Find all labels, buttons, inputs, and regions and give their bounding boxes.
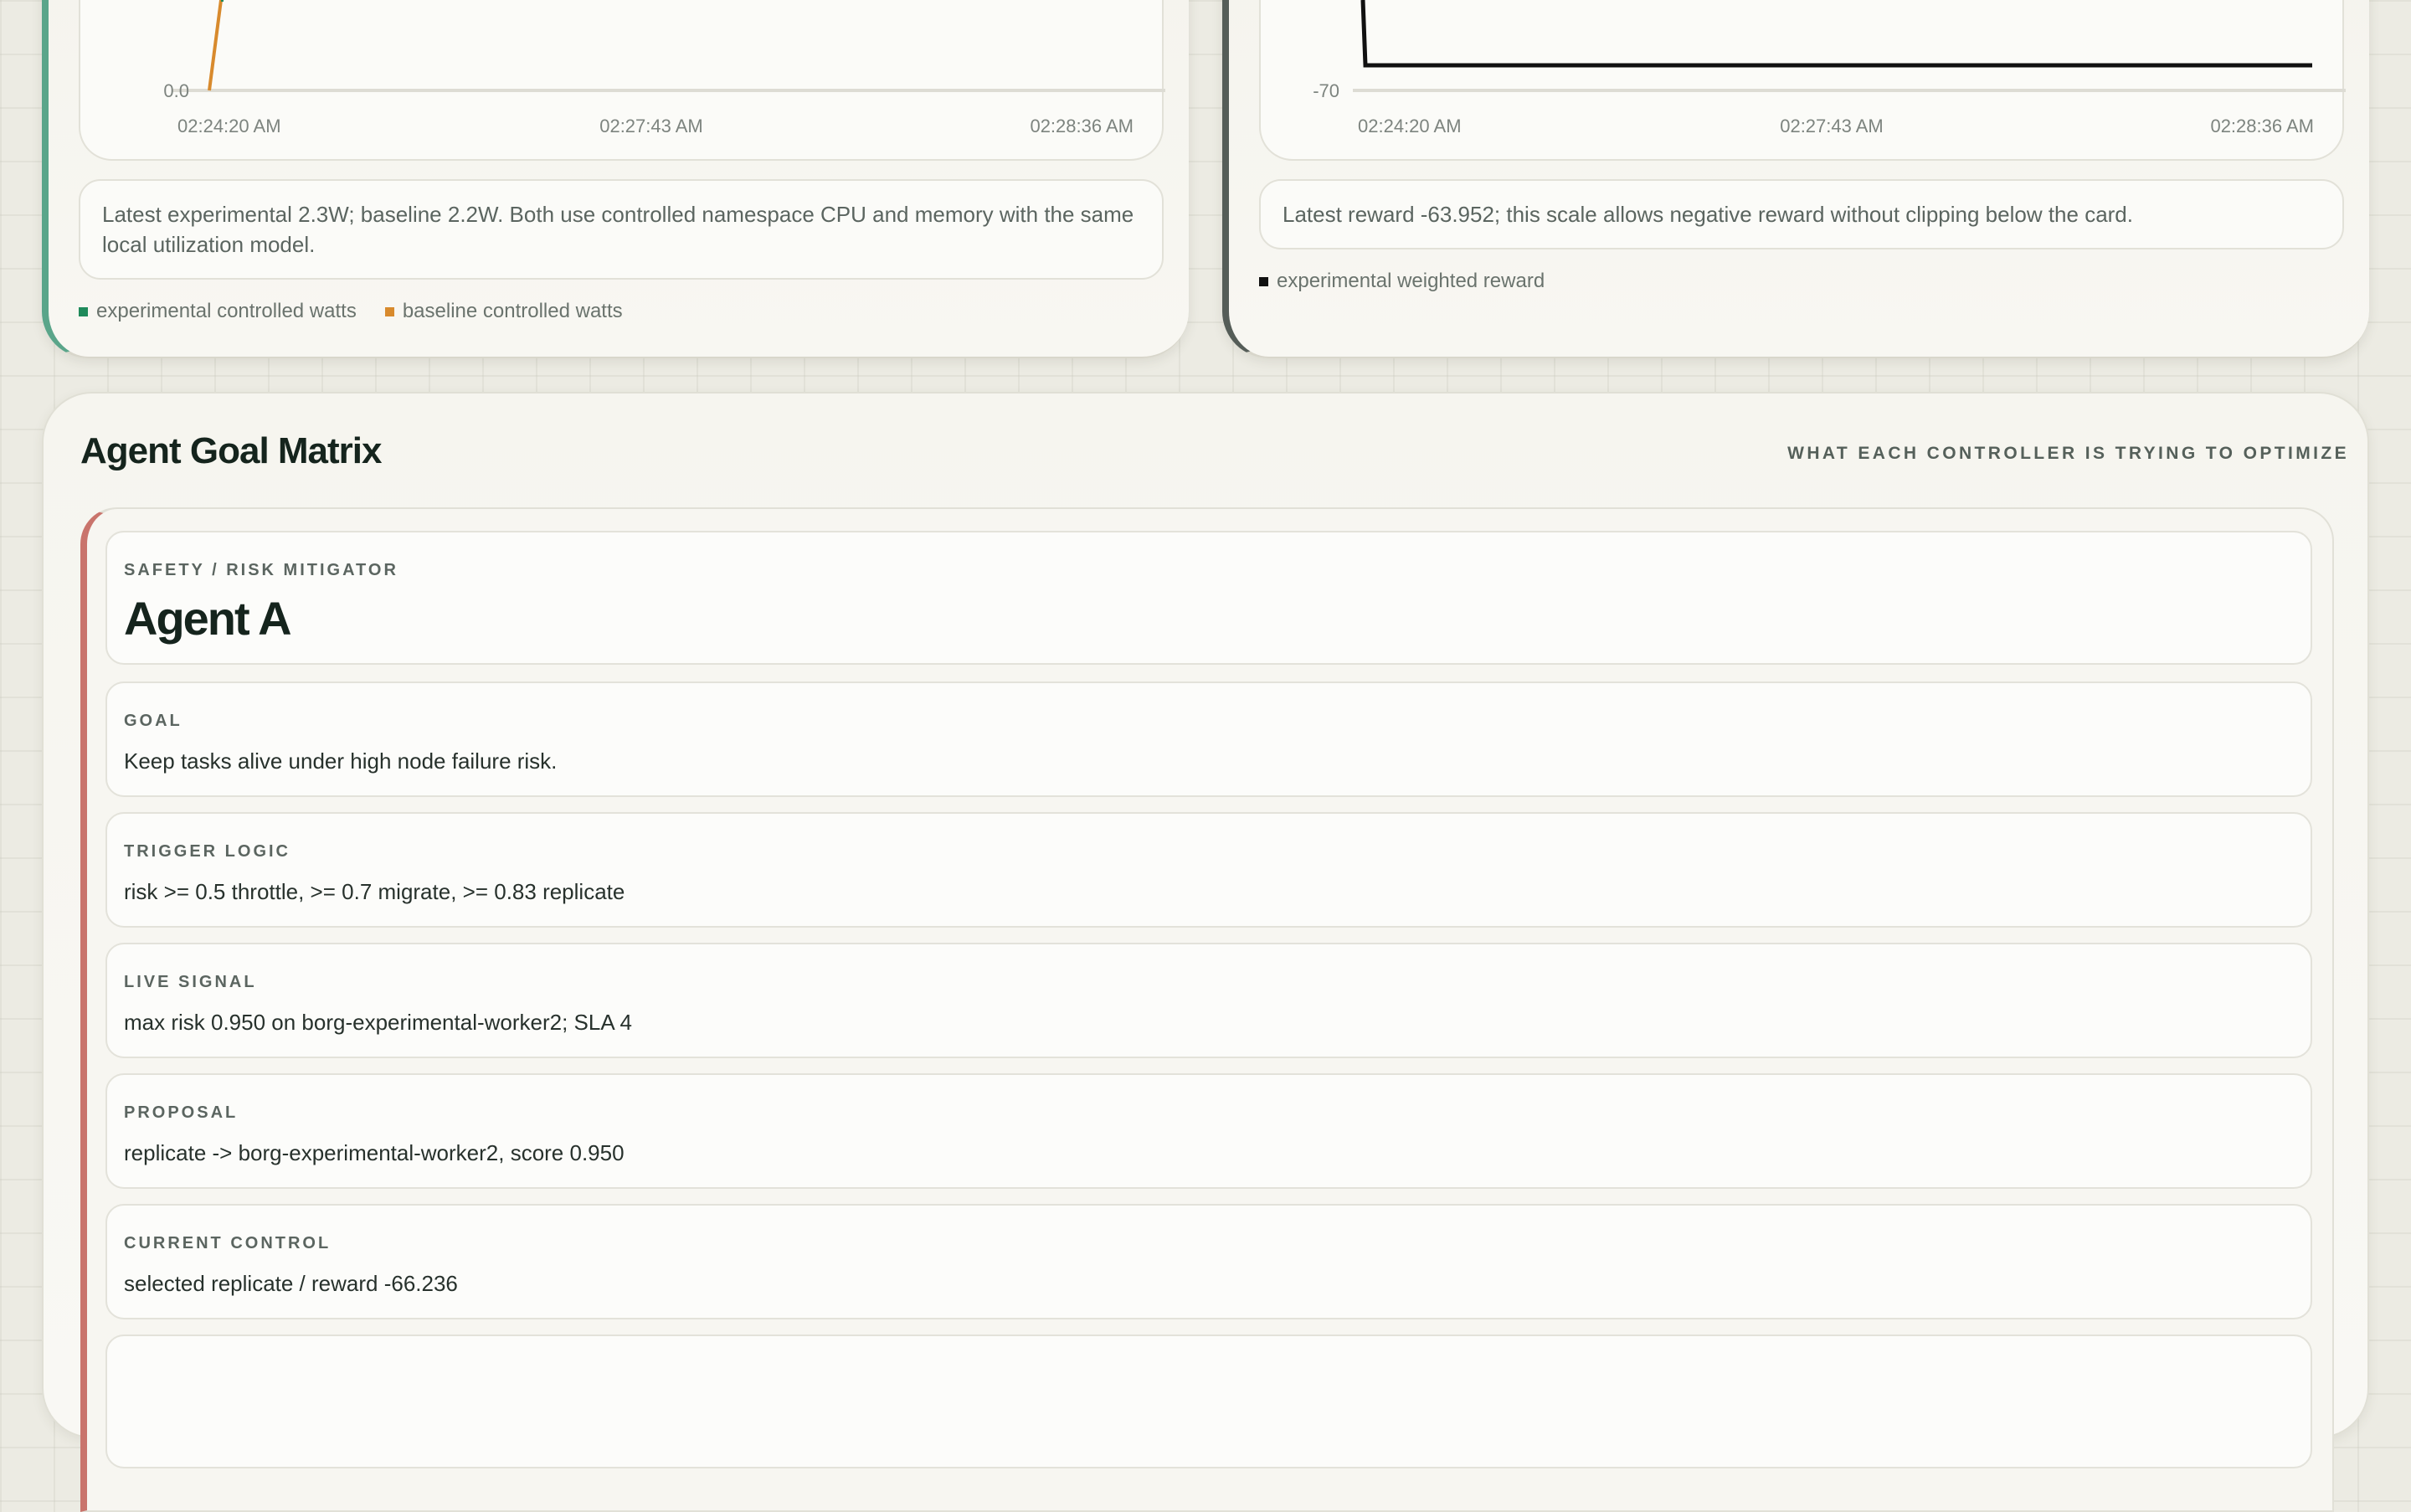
field-label: TRIGGER LOGIC (124, 842, 290, 861)
field-value: risk >= 0.5 throttle, >= 0.7 migrate, >=… (124, 879, 625, 904)
section-subtitle: WHAT EACH CONTROLLER IS TRYING TO OPTIMI… (1787, 444, 2349, 463)
x-tick-label: 02:28:36 AM (2210, 116, 2314, 136)
power-chart-panel: 0.0 02:24:20 AM 02:27:43 AM 02:28:36 AM … (42, 0, 1189, 358)
x-tick-label: 02:28:36 AM (1030, 116, 1134, 136)
reward-chart-card: -70 02:24:20 AM 02:27:43 AM 02:28:36 AM (1259, 0, 2346, 161)
legend-item-weighted-reward: experimental weighted reward (1259, 270, 1545, 293)
legend-label: experimental weighted reward (1277, 270, 1545, 292)
field-label: CURRENT CONTROL (124, 1234, 332, 1252)
current-control-field: CURRENT CONTROL selected replicate / rew… (105, 1204, 2312, 1319)
agent-name: Agent A (124, 592, 292, 645)
power-chart-legend: experimental controlled watts baseline c… (79, 300, 623, 323)
field-value: selected replicate / reward -66.236 (124, 1271, 458, 1296)
legend-item-experimental-watts: experimental controlled watts (79, 300, 357, 323)
section-title: Agent Goal Matrix (80, 430, 382, 471)
agent-goal-matrix-panel: Agent Goal Matrix WHAT EACH CONTROLLER I… (42, 392, 2369, 1512)
trigger-logic-field: TRIGGER LOGIC risk >= 0.5 throttle, >= 0… (105, 812, 2312, 928)
x-tick-label: 02:27:43 AM (599, 116, 703, 136)
field-value: max risk 0.950 on borg-experimental-work… (124, 1010, 632, 1035)
x-tick-label: 02:27:43 AM (1780, 116, 1884, 136)
experimental-reward-line (1360, 0, 2312, 68)
field-value: Keep tasks alive under high node failure… (124, 748, 558, 774)
y-tick-label: -70 (1313, 80, 1339, 101)
y-tick-label: 0.0 (163, 80, 189, 101)
field-value: replicate -> borg-experimental-worker2, … (124, 1140, 625, 1165)
power-chart-note: Latest experimental 2.3W; baseline 2.2W.… (79, 179, 1164, 280)
legend-item-baseline-watts: baseline controlled watts (384, 300, 623, 323)
x-tick-label: 02:24:20 AM (177, 116, 281, 136)
live-signal-field: LIVE SIGNAL max risk 0.950 on borg-exper… (105, 943, 2312, 1058)
power-chart-card: 0.0 02:24:20 AM 02:27:43 AM 02:28:36 AM (79, 0, 1165, 161)
reward-chart: -70 02:24:20 AM 02:27:43 AM 02:28:36 AM (1313, 0, 2346, 136)
baseline-watts-line (208, 0, 223, 91)
proposal-field: PROPOSAL replicate -> borg-experimental-… (105, 1073, 2312, 1189)
legend-label: experimental controlled watts (96, 300, 357, 322)
power-chart: 0.0 02:24:20 AM 02:27:43 AM 02:28:36 AM (163, 0, 1165, 136)
legend-swatch (384, 306, 394, 316)
legend-swatch (1259, 276, 1268, 286)
field-label: PROPOSAL (124, 1103, 239, 1122)
x-tick-label: 02:24:20 AM (1358, 116, 1462, 136)
reward-chart-note: Latest reward -63.952; this scale allows… (1259, 179, 2344, 249)
goal-field: GOAL Keep tasks alive under high node fa… (105, 681, 2312, 797)
legend-label: baseline controlled watts (402, 300, 623, 322)
field-label: LIVE SIGNAL (124, 973, 257, 991)
agent-card: SAFETY / RISK MITIGATOR Agent A GOAL Kee… (80, 507, 2334, 1512)
agent-header: SAFETY / RISK MITIGATOR Agent A (105, 531, 2312, 665)
reward-chart-panel: -70 02:24:20 AM 02:27:43 AM 02:28:36 AM … (1222, 0, 2369, 358)
legend-swatch (79, 306, 88, 316)
next-field (105, 1335, 2312, 1468)
agent-role: SAFETY / RISK MITIGATOR (124, 561, 398, 579)
reward-chart-legend: experimental weighted reward (1259, 270, 1545, 293)
field-label: GOAL (124, 712, 182, 730)
